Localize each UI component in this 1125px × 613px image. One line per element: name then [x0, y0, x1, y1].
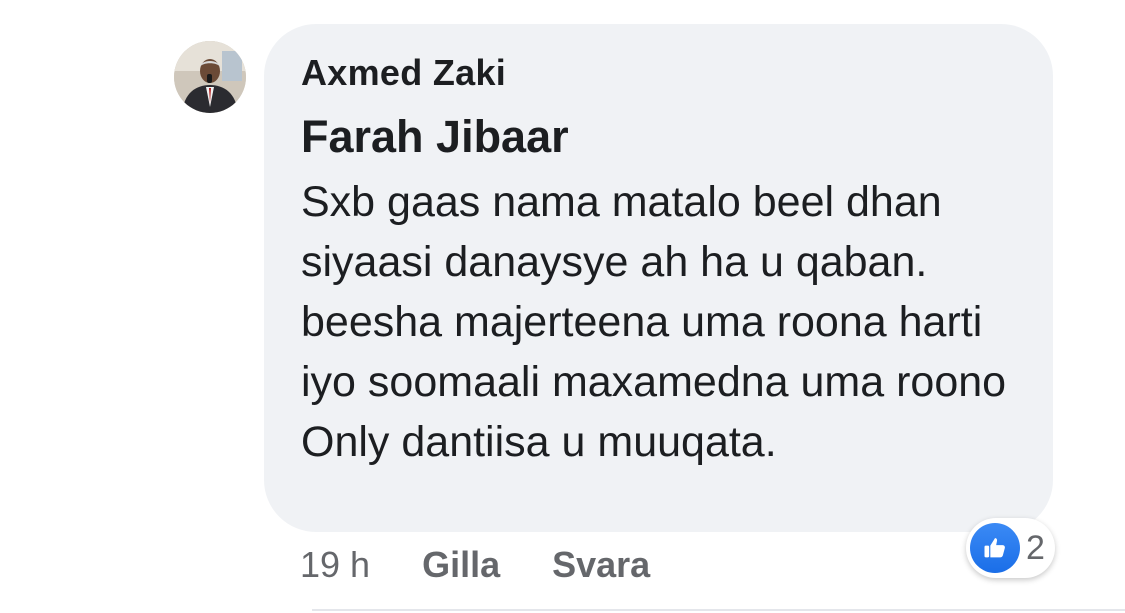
avatar[interactable] — [174, 41, 246, 113]
comment-text: Sxb gaas nama matalo beel dhan siyaasi d… — [301, 178, 1007, 466]
comment-thread: Axmed Zaki Farah Jibaar Sxb gaas nama ma… — [0, 0, 1125, 613]
like-button[interactable]: Gilla — [422, 544, 500, 586]
avatar-photo — [174, 41, 246, 113]
tagged-user[interactable]: Farah Jibaar — [301, 112, 1023, 162]
thumbs-up-icon — [970, 523, 1020, 573]
reaction-summary[interactable]: 2 — [966, 518, 1055, 578]
comment-author[interactable]: Axmed Zaki — [301, 52, 1023, 94]
comment-actions: 19 h Gilla Svara — [300, 540, 650, 590]
comment-bubble: Axmed Zaki Farah Jibaar Sxb gaas nama ma… — [264, 24, 1053, 532]
divider — [312, 609, 1125, 611]
reply-button[interactable]: Svara — [552, 544, 650, 586]
comment-timestamp[interactable]: 19 h — [300, 544, 370, 586]
reaction-count: 2 — [1026, 528, 1045, 567]
